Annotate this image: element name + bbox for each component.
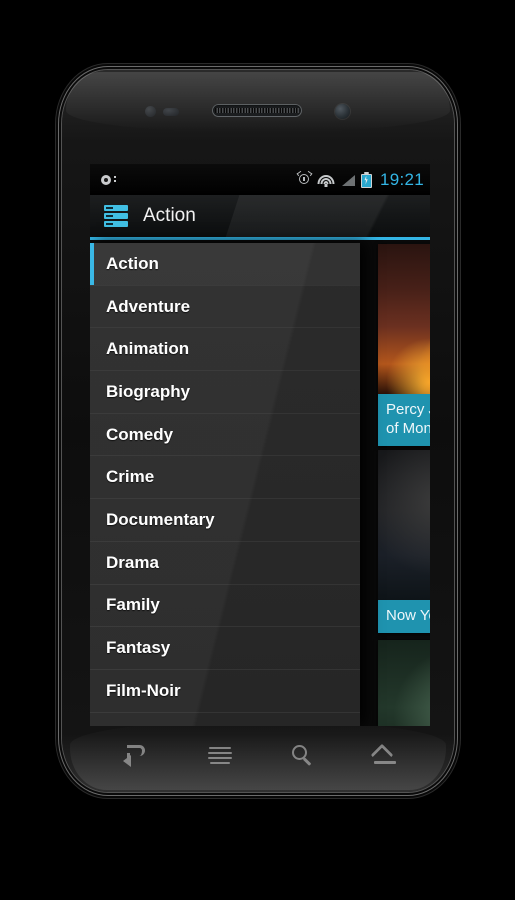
genre-item-label: Animation bbox=[106, 339, 190, 359]
screen-glare-overlay bbox=[218, 195, 430, 237]
genre-item-crime[interactable]: Crime bbox=[90, 456, 360, 500]
movie-card-caption: Now You See Me bbox=[378, 600, 430, 633]
front-camera-icon bbox=[335, 104, 350, 119]
genre-item-label: Biography bbox=[106, 381, 191, 401]
system-navigation-bar[interactable] bbox=[96, 728, 426, 782]
status-bar: 19:21 bbox=[90, 164, 430, 195]
genre-item-fantasy[interactable]: Fantasy bbox=[90, 627, 360, 670]
movie-card[interactable] bbox=[378, 640, 430, 726]
movie-poster-green bbox=[378, 640, 430, 726]
wifi-icon bbox=[317, 173, 335, 187]
genre-item-label: Film-Noir bbox=[106, 680, 181, 700]
back-arrow-icon bbox=[123, 745, 149, 767]
genre-item-film-noir[interactable]: Film-Noir bbox=[90, 670, 360, 713]
proximity-sensor-icon bbox=[145, 106, 156, 117]
action-bar: Action bbox=[90, 195, 430, 237]
genre-item-animation[interactable]: Animation bbox=[90, 328, 360, 372]
genre-item-label: Documentary bbox=[106, 509, 215, 529]
search-magnifier-icon bbox=[292, 745, 313, 766]
genre-item-label: Action bbox=[106, 253, 159, 273]
genre-item-label: Drama bbox=[106, 552, 159, 572]
genre-item-label: Adventure bbox=[106, 296, 191, 316]
status-bar-left bbox=[100, 173, 297, 187]
status-bar-clock: 19:21 bbox=[379, 169, 424, 189]
status-bar-right: 19:21 bbox=[296, 169, 424, 190]
phone-screen: 19:21 Action Percy Jackson: Sea of Monst… bbox=[90, 164, 430, 726]
genre-item-label: Family bbox=[106, 595, 160, 615]
back-button[interactable] bbox=[114, 738, 160, 772]
movie-poster-fire bbox=[378, 244, 430, 394]
alarm-clock-icon bbox=[296, 170, 313, 187]
notification-dot-icon bbox=[100, 173, 116, 187]
navigation-drawer[interactable]: Action Adventure Animation Biography Com… bbox=[90, 243, 360, 726]
genre-item-label: Crime bbox=[106, 467, 155, 487]
genre-item-drama[interactable]: Drama bbox=[90, 542, 360, 585]
battery-charging-icon bbox=[360, 171, 372, 188]
page-title: Action bbox=[143, 205, 196, 226]
movie-card-caption: Percy Jackson: Sea of Monsters bbox=[378, 394, 430, 446]
movie-card[interactable]: Now You See Me bbox=[378, 450, 430, 633]
genre-item-adventure[interactable]: Adventure bbox=[90, 286, 360, 329]
movie-poster-dark bbox=[378, 450, 430, 600]
menu-button[interactable] bbox=[197, 738, 243, 772]
light-sensor-icon bbox=[163, 108, 179, 116]
search-button[interactable] bbox=[279, 738, 325, 772]
genre-item-label: Fantasy bbox=[106, 638, 171, 658]
genre-item-comedy[interactable]: Comedy bbox=[90, 414, 360, 457]
drawer-list-icon[interactable] bbox=[104, 205, 128, 227]
home-button[interactable] bbox=[362, 738, 408, 772]
cell-signal-icon bbox=[341, 173, 355, 186]
home-icon bbox=[372, 747, 398, 764]
genre-item-action[interactable]: Action bbox=[90, 243, 360, 286]
genre-item-biography[interactable]: Biography bbox=[90, 371, 360, 414]
movie-card[interactable]: Percy Jackson: Sea of Monsters bbox=[378, 244, 430, 446]
genre-list[interactable]: Action Adventure Animation Biography Com… bbox=[90, 243, 360, 713]
genre-item-label: Comedy bbox=[106, 424, 174, 444]
genre-item-documentary[interactable]: Documentary bbox=[90, 499, 360, 542]
menu-lines-icon bbox=[207, 747, 232, 765]
screenshot-stage: 19:21 Action Percy Jackson: Sea of Monst… bbox=[0, 0, 515, 900]
earpiece-speaker bbox=[212, 104, 302, 117]
genre-item-family[interactable]: Family bbox=[90, 585, 360, 628]
